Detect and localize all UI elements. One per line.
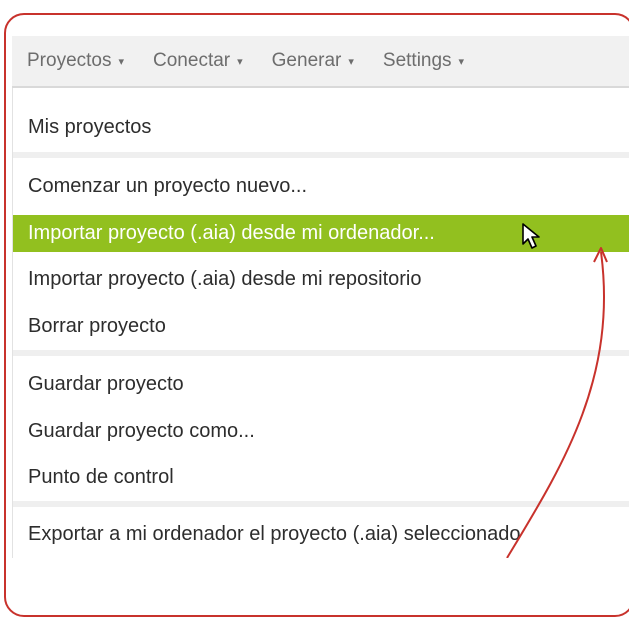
- menu-item-borrar-proyecto[interactable]: Borrar proyecto: [13, 308, 629, 345]
- menu-item-mis-proyectos[interactable]: Mis proyectos: [13, 109, 629, 146]
- menu-item-guardar-proyecto-como[interactable]: Guardar proyecto como...: [13, 413, 629, 450]
- proyectos-dropdown-menu: Mis proyectos Comenzar un proyecto nuevo…: [12, 88, 629, 558]
- mouse-pointer-icon: [522, 223, 540, 249]
- caret-down-icon: ▾: [237, 55, 243, 68]
- menu-proyectos-label: Proyectos: [27, 50, 112, 71]
- menu-settings[interactable]: Settings ▾: [383, 50, 464, 72]
- menu-item-punto-de-control[interactable]: Punto de control: [13, 459, 629, 496]
- caret-down-icon: ▾: [458, 55, 465, 68]
- caret-down-icon: ▾: [348, 55, 354, 68]
- menu-item-exportar-proyecto[interactable]: Exportar a mi ordenador el proyecto (.ai…: [13, 516, 629, 553]
- menu-item-comenzar-proyecto[interactable]: Comenzar un proyecto nuevo...: [13, 168, 629, 205]
- menu-conectar[interactable]: Conectar ▾: [153, 50, 243, 72]
- menu-proyectos[interactable]: Proyectos ▾: [27, 50, 124, 72]
- menu-settings-label: Settings: [382, 50, 452, 71]
- menu-generar[interactable]: Generar ▾: [272, 50, 354, 72]
- menu-divider: [13, 501, 629, 507]
- menu-generar-label: Generar: [271, 50, 342, 71]
- top-menubar: Proyectos ▾ Conectar ▾ Generar ▾ Setting…: [12, 36, 629, 88]
- caret-down-icon: ▾: [118, 55, 125, 68]
- menu-item-guardar-proyecto[interactable]: Guardar proyecto: [13, 366, 629, 403]
- menu-conectar-label: Conectar: [153, 50, 231, 71]
- menu-divider: [13, 152, 629, 158]
- menu-divider: [13, 350, 629, 356]
- menu-item-importar-desde-repositorio[interactable]: Importar proyecto (.aia) desde mi reposi…: [13, 261, 629, 298]
